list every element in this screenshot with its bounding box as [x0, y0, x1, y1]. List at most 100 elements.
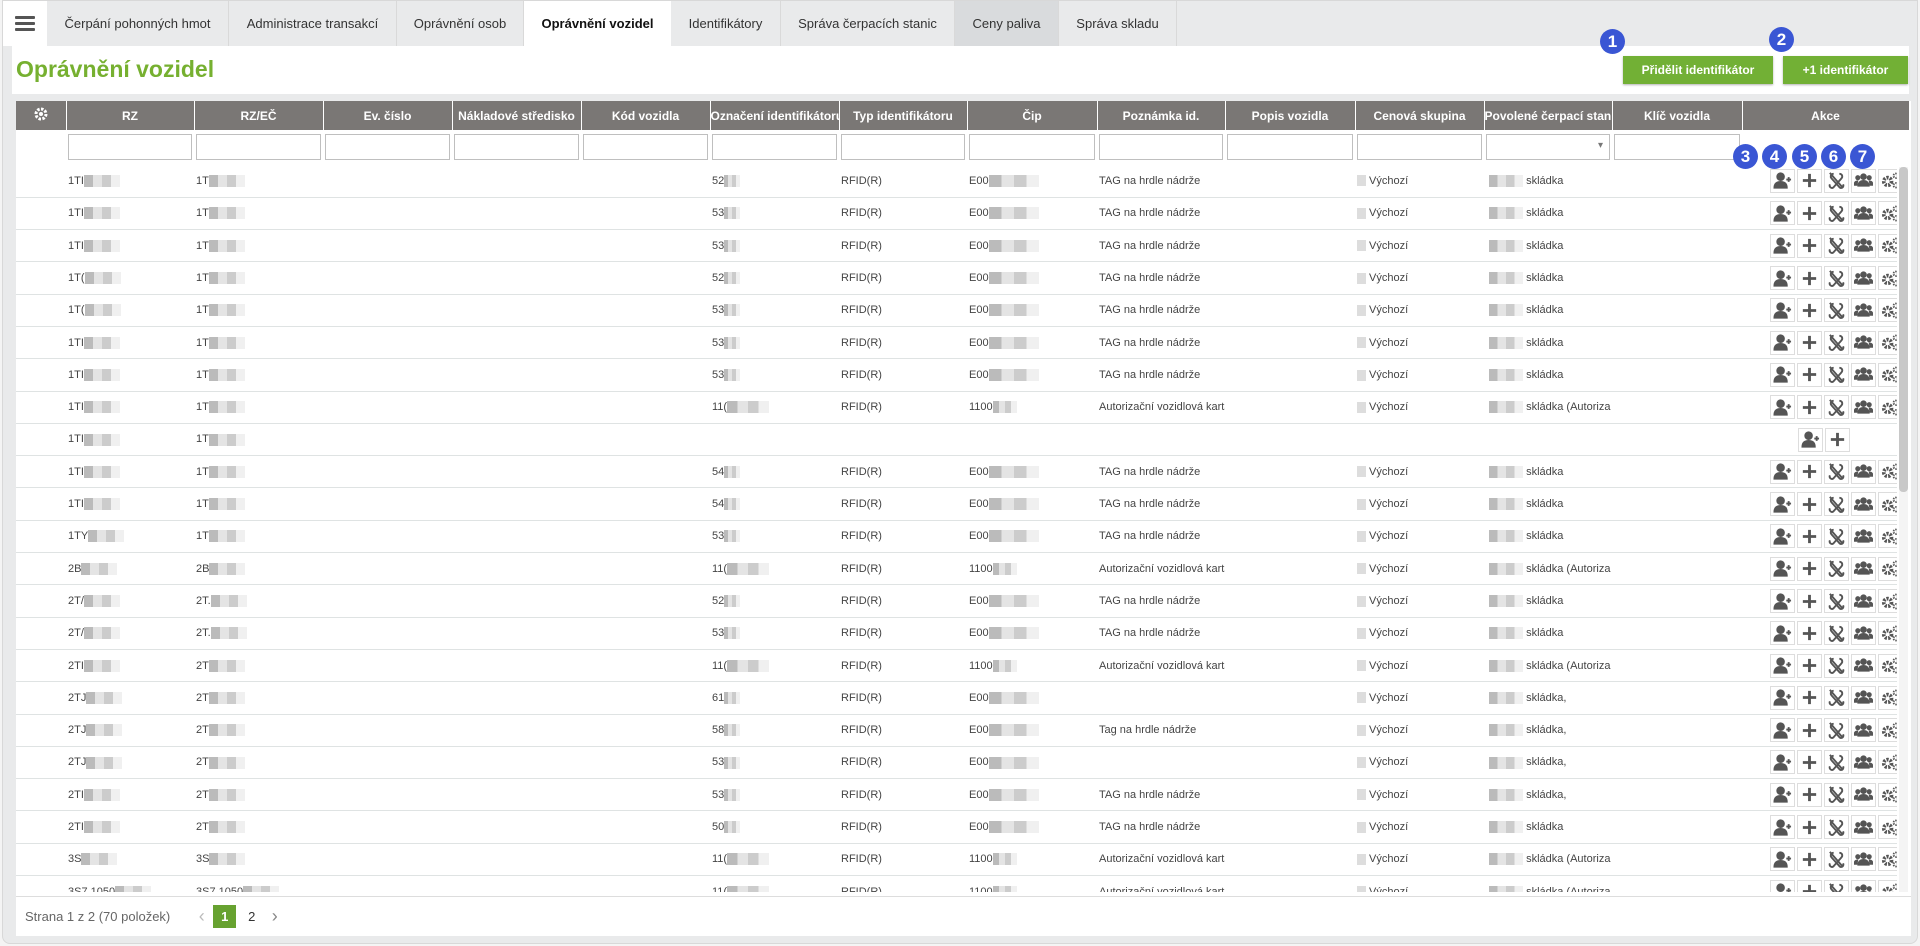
users-button[interactable]: [1851, 847, 1876, 872]
plus-button[interactable]: [1797, 589, 1822, 613]
column-header-typ-identifikatoru[interactable]: Typ identifikátoru: [839, 101, 968, 130]
user-plus-button[interactable]: [1770, 298, 1795, 323]
pager-prev-icon[interactable]: ‹: [190, 905, 213, 928]
user-plus-button[interactable]: [1770, 621, 1795, 646]
tab-sprava-cerpacich-stanic[interactable]: Správa čerpacích stanic: [781, 1, 955, 46]
column-settings-gear-icon[interactable]: [16, 101, 67, 130]
users-button[interactable]: [1851, 685, 1876, 710]
plus-button[interactable]: [1797, 879, 1822, 892]
tab-ceny-paliva[interactable]: Ceny paliva: [955, 1, 1059, 46]
table-row[interactable]: 1T(1T 53 RFID(R) E00 TAG na hrdle nádrže Vých…: [16, 294, 1897, 327]
users-button[interactable]: [1851, 782, 1876, 807]
table-row[interactable]: 1TI 1T 11(RFID(R) 1100 Autorizační vozidlová…: [16, 391, 1897, 424]
column-header-oznaceni-identifikatoru[interactable]: Označení identifikátoru: [710, 101, 840, 130]
filter-rz[interactable]: [68, 134, 192, 160]
user-plus-button[interactable]: [1770, 233, 1795, 258]
column-header-poznamka[interactable]: Poznámka id.: [1097, 101, 1226, 130]
unlink-button[interactable]: [1824, 653, 1849, 678]
user-plus-button[interactable]: [1770, 718, 1795, 743]
plus-button[interactable]: [1824, 427, 1850, 452]
table-row[interactable]: 3S7 1050 3S7 1050 11(RFID(R) 1100 Autorizačn…: [16, 875, 1897, 892]
table-row[interactable]: 2TI 2T 53 RFID(R) E00 TAG na hrdle nádrže Vých…: [16, 778, 1897, 812]
unlink-button[interactable]: [1824, 589, 1849, 613]
cogs-button[interactable]: [1878, 718, 1897, 743]
column-header-kod-vozidla[interactable]: Kód vozidla: [581, 101, 711, 130]
cogs-button[interactable]: [1878, 685, 1897, 710]
user-plus-button[interactable]: [1770, 266, 1795, 291]
plus-button[interactable]: [1797, 233, 1822, 258]
table-row[interactable]: 2TI 2T 11(RFID(R) 1100 Autorizační vozidlová…: [16, 649, 1897, 683]
unlink-button[interactable]: [1824, 556, 1849, 581]
cogs-button[interactable]: [1878, 589, 1897, 613]
users-button[interactable]: [1851, 233, 1876, 258]
users-button[interactable]: [1851, 589, 1876, 613]
users-button[interactable]: [1851, 750, 1876, 775]
user-plus-button[interactable]: [1797, 427, 1823, 452]
filter-rzec[interactable]: [196, 134, 321, 160]
user-plus-button[interactable]: [1770, 492, 1795, 517]
filter-cip[interactable]: [969, 134, 1095, 160]
filter-poznamka[interactable]: [1099, 134, 1223, 160]
table-row[interactable]: 3S 3S 11(RFID(R) 1100 Autorizační vozidlová …: [16, 843, 1897, 877]
user-plus-button[interactable]: [1770, 653, 1795, 678]
users-button[interactable]: [1851, 459, 1876, 484]
table-row[interactable]: 1TI 1T 52 RFID(R) E00 TAG na hrdle nádrže Vých…: [16, 165, 1897, 198]
user-plus-button[interactable]: [1770, 201, 1795, 226]
cogs-button[interactable]: [1878, 815, 1897, 840]
column-header-cip[interactable]: Čip: [967, 101, 1098, 130]
plus-button[interactable]: [1797, 330, 1822, 355]
unlink-button[interactable]: [1824, 815, 1849, 840]
unlink-button[interactable]: [1824, 266, 1849, 291]
plus-button[interactable]: [1797, 492, 1822, 517]
user-plus-button[interactable]: [1770, 815, 1795, 840]
cogs-button[interactable]: [1878, 395, 1897, 420]
table-row[interactable]: 1TI 1T 53 RFID(R) E00 TAG na hrdle nádrže Vých…: [16, 326, 1897, 360]
table-row[interactable]: 2TI 2T 50 RFID(R) E00 TAG na hrdle nádrže Vých…: [16, 810, 1897, 844]
plus-one-identifier-button[interactable]: +1 identifikátor: [1783, 56, 1908, 84]
unlink-button[interactable]: [1824, 847, 1849, 872]
vertical-scrollbar[interactable]: [1899, 167, 1908, 892]
unlink-button[interactable]: [1824, 330, 1849, 355]
table-row[interactable]: 2T/2T. 52 RFID(R) E00 TAG na hrdle nádrže Výc…: [16, 584, 1897, 618]
unlink-button[interactable]: [1824, 782, 1849, 807]
cogs-button[interactable]: [1878, 750, 1897, 775]
user-plus-button[interactable]: [1770, 168, 1795, 193]
cogs-button[interactable]: [1878, 233, 1897, 258]
users-button[interactable]: [1851, 879, 1876, 892]
table-row[interactable]: 2TJ 2T 53 RFID(R) E00 Výchozí skládka,: [16, 746, 1897, 780]
tab-administrace[interactable]: Administrace transakcí: [229, 1, 397, 46]
plus-button[interactable]: [1797, 395, 1822, 420]
plus-button[interactable]: [1797, 718, 1822, 743]
filter-typ[interactable]: [841, 134, 965, 160]
table-row[interactable]: 1T(1T 52 RFID(R) E00 TAG na hrdle nádrže Vých…: [16, 261, 1897, 295]
plus-button[interactable]: [1797, 266, 1822, 291]
column-header-cenova-skupina[interactable]: Cenová skupina: [1355, 101, 1485, 130]
user-plus-button[interactable]: [1770, 556, 1795, 581]
filter-klic-vozidla[interactable]: [1614, 134, 1740, 160]
cogs-button[interactable]: [1878, 847, 1897, 872]
tab-identifikatory[interactable]: Identifikátory: [671, 1, 781, 46]
user-plus-button[interactable]: [1770, 685, 1795, 710]
plus-button[interactable]: [1797, 815, 1822, 840]
table-row[interactable]: 2TJ 2T 58 RFID(R) E00 Tag na hrdle nádrže Vých…: [16, 714, 1897, 747]
user-plus-button[interactable]: [1770, 589, 1795, 613]
plus-button[interactable]: [1797, 653, 1822, 678]
table-row[interactable]: 1TI 1T 54 RFID(R) E00 TAG na hrdle nádrže Vých…: [16, 487, 1897, 521]
cogs-button[interactable]: [1878, 621, 1897, 646]
table-row[interactable]: 2B 2B 11(RFID(R) 1100 Autorizační vozidlová …: [16, 552, 1897, 586]
filter-oznaceni[interactable]: [712, 134, 837, 160]
users-button[interactable]: [1851, 556, 1876, 581]
table-row[interactable]: 1TI 1T: [16, 423, 1897, 457]
column-header-rzec[interactable]: RZ/EČ: [194, 101, 324, 130]
unlink-button[interactable]: [1824, 621, 1849, 646]
scrollbar-thumb[interactable]: [1899, 167, 1908, 492]
cogs-button[interactable]: [1878, 298, 1897, 323]
filter-kod-vozidla[interactable]: [583, 134, 708, 160]
tab-cerpani[interactable]: Čerpání pohonných hmot: [47, 1, 229, 46]
filter-cenova-skupina[interactable]: [1357, 134, 1482, 160]
users-button[interactable]: [1851, 621, 1876, 646]
unlink-button[interactable]: [1824, 524, 1849, 549]
tab-sprava-skladu[interactable]: Správa skladu: [1059, 1, 1177, 46]
users-button[interactable]: [1851, 524, 1876, 549]
user-plus-button[interactable]: [1770, 395, 1795, 420]
